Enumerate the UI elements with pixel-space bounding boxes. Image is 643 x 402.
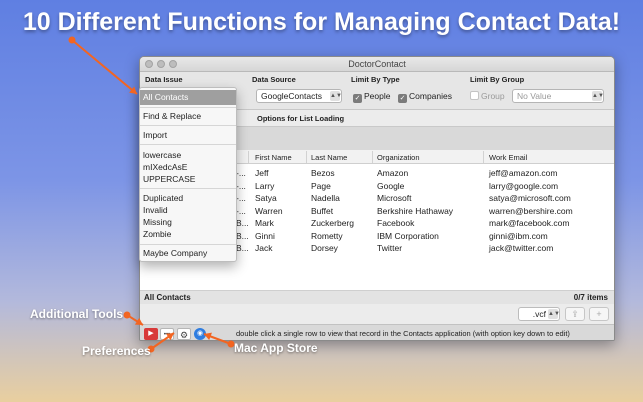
usage-hint: double click a single row to view that r… [236, 329, 570, 338]
arrow-origin-dot [123, 311, 131, 319]
group-checkbox[interactable]: Group [470, 91, 505, 101]
people-checkbox[interactable]: ✓ People [353, 91, 390, 103]
column-organization[interactable]: Organization [377, 153, 420, 162]
menu-item-all-contacts[interactable]: All Contacts [143, 92, 188, 102]
menu-item-uppercase[interactable]: UPPERCASE [143, 174, 195, 184]
add-button[interactable]: + [589, 307, 609, 321]
data-source-value: GoogleContacts [261, 91, 322, 101]
menu-item-duplicated[interactable]: Duplicated [143, 193, 183, 203]
table-cell: ginni@ibm.com [489, 230, 548, 241]
table-cell: B... [236, 243, 249, 253]
share-icon: ⇪ [571, 309, 579, 319]
table-cell: Dorsey [311, 243, 338, 253]
table-cell: Larry [255, 180, 275, 191]
table-cell: Jeff [255, 168, 269, 178]
menu-item-invalid[interactable]: Invalid [143, 205, 168, 215]
more-tools-button[interactable]: ••• [160, 328, 174, 340]
checkmark-icon: ✓ [398, 94, 407, 103]
bottom-toolbar: ▶ ••• ⚙ ◉ double click a single row to v… [140, 324, 614, 340]
table-cell: Berkshire Hathaway [377, 205, 454, 216]
table-cell: Page [311, 180, 331, 191]
export-row: .vcf ▲▼ ⇪ + [140, 304, 614, 324]
data-source-select[interactable]: GoogleContacts ▲▼ [256, 89, 342, 103]
status-bar: All Contacts 0/7 items [140, 290, 614, 304]
preferences-button[interactable]: ⚙ [177, 328, 191, 340]
data-issue-label: Data Issue [145, 75, 183, 84]
select-arrows-icon: ▲▼ [330, 91, 342, 101]
table-cell: satya@microsoft.com [489, 193, 571, 203]
menu-item-lowercase[interactable]: lowercase [143, 150, 181, 160]
data-issue-menu[interactable]: All Contacts Find & Replace Import lower… [139, 87, 237, 262]
window-title: DoctorContact [348, 59, 406, 69]
arrowhead-icon [129, 86, 137, 94]
table-cell: Google [377, 180, 405, 191]
data-source-label: Data Source [252, 75, 296, 84]
table-cell: Jack [255, 243, 273, 253]
headline: 10 Different Functions for Managing Cont… [22, 8, 621, 36]
limit-by-group-label: Limit By Group [470, 75, 525, 84]
companies-checkbox[interactable]: ✓ Companies [398, 91, 452, 103]
column-work-email[interactable]: Work Email [489, 153, 527, 162]
table-cell: Rometty [311, 230, 343, 241]
gear-icon: ⚙ [179, 330, 189, 340]
table-cell: Ginni [255, 230, 275, 241]
table-cell: Facebook [377, 218, 415, 228]
table-cell: jack@twitter.com [489, 243, 554, 253]
menu-item-find-replace[interactable]: Find & Replace [143, 111, 201, 121]
mac-app-store-callout: Mac App Store [234, 341, 318, 355]
table-cell: mark@facebook.com [489, 218, 570, 228]
additional-tools-button[interactable]: ▶ [144, 328, 158, 340]
app-store-icon: ◉ [196, 330, 204, 337]
table-cell: Buffet [311, 205, 334, 216]
plus-icon: + [596, 309, 602, 319]
menu-item-missing[interactable]: Missing [143, 217, 172, 227]
column-last-name[interactable]: Last Name [311, 153, 347, 162]
table-cell: Satya [255, 193, 277, 203]
app-store-button[interactable]: ◉ [194, 328, 206, 340]
checkmark-icon: ✓ [353, 94, 362, 103]
column-first-name[interactable]: First Name [255, 153, 292, 162]
select-arrows-icon: ▲▼ [592, 91, 604, 101]
export-format-select[interactable]: .vcf ▲▼ [518, 307, 560, 321]
group-select[interactable]: No Value ▲▼ [512, 89, 604, 103]
menu-item-import[interactable]: Import [143, 130, 167, 140]
menu-item-zombie[interactable]: Zombie [143, 229, 171, 239]
callout-arrow [71, 39, 138, 95]
table-cell: Zuckerberg [311, 218, 354, 228]
table-cell: larry@google.com [489, 180, 559, 191]
table-cell: IBM Corporation [377, 230, 439, 241]
share-button[interactable]: ⇪ [565, 307, 585, 321]
status-item-count: 0/7 items [573, 293, 608, 302]
options-label: Options for List Loading [257, 114, 345, 123]
checkbox-empty-icon [470, 91, 479, 100]
menu-item-maybe-company[interactable]: Maybe Company [143, 248, 207, 258]
export-format-value: .vcf [532, 309, 546, 319]
preferences-callout: Preferences [82, 344, 151, 358]
status-filter-name: All Contacts [144, 293, 191, 302]
table-cell: Warren [255, 205, 283, 216]
table-cell: -... [236, 168, 246, 178]
table-cell: Bezos [311, 168, 335, 178]
table-cell: B... [236, 230, 249, 241]
table-cell: B... [236, 218, 249, 228]
table-cell: Amazon [377, 168, 409, 178]
select-arrows-icon: ▲▼ [548, 309, 560, 319]
table-cell: Microsoft [377, 193, 412, 203]
table-cell: jeff@amazon.com [489, 168, 558, 178]
arrow-origin-dot [68, 36, 76, 44]
table-cell: warren@bershire.com [489, 205, 573, 216]
table-cell: -... [236, 193, 246, 203]
table-cell: -... [236, 180, 246, 191]
tools-icon: ▶ [148, 330, 154, 337]
titlebar[interactable]: DoctorContact [140, 57, 614, 72]
table-cell: Mark [255, 218, 274, 228]
table-cell: -... [236, 205, 246, 216]
ellipsis-icon: ••• [163, 332, 171, 338]
menu-item-mixedcase[interactable]: mIXedcAsE [143, 162, 187, 172]
limit-by-type-label: Limit By Type [351, 75, 400, 84]
group-value: No Value [517, 91, 552, 101]
additional-tools-callout: Additional Tools [30, 307, 124, 321]
table-cell: Twitter [377, 243, 403, 253]
table-cell: Nadella [311, 193, 340, 203]
